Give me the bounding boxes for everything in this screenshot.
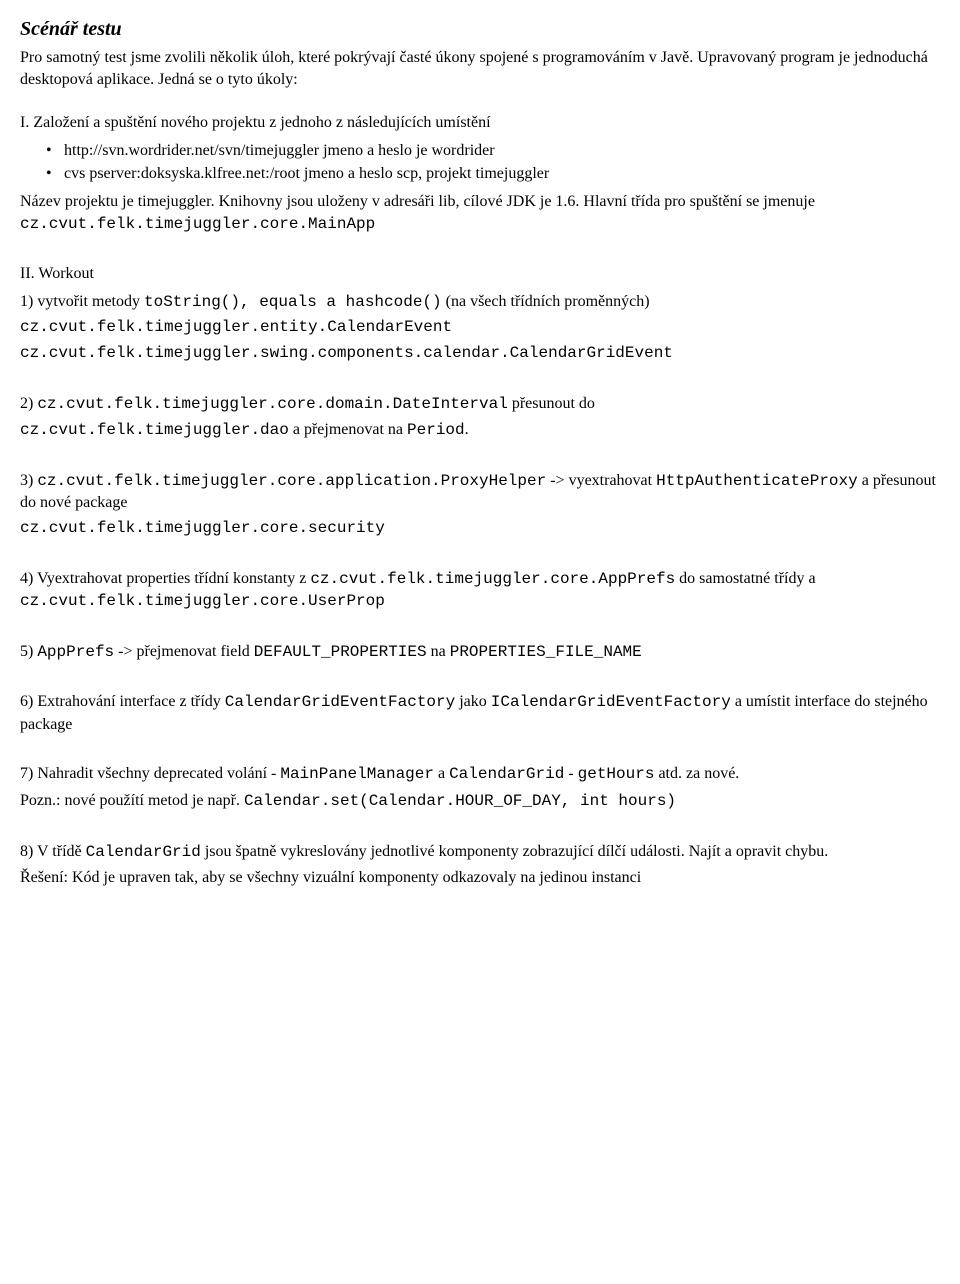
code-span: HttpAuthenticateProxy bbox=[656, 472, 858, 490]
workout-item-6: 6) Extrahování interface z třídy Calenda… bbox=[20, 691, 940, 735]
code-span: cz.cvut.felk.timejuggler.core.UserProp bbox=[20, 592, 385, 610]
code-span: cz.cvut.felk.timejuggler.core.domain.Dat… bbox=[37, 395, 507, 413]
text: do samostatné třídy a bbox=[675, 570, 815, 587]
text: 7) Nahradit všechny deprecated volání - bbox=[20, 765, 280, 782]
workout-item-2: 2) cz.cvut.felk.timejuggler.core.domain.… bbox=[20, 393, 940, 442]
workout-item-8: 8) V třídě CalendarGrid jsou špatně vykr… bbox=[20, 841, 940, 889]
code-span: cz.cvut.felk.timejuggler.core.applicatio… bbox=[37, 472, 546, 490]
text: 5) bbox=[20, 643, 37, 660]
text: -> vyextrahovat bbox=[546, 472, 656, 489]
code-span: CalendarGridEventFactory bbox=[225, 693, 455, 711]
text: 1) vytvořit metody bbox=[20, 293, 144, 310]
code-span: AppPrefs bbox=[37, 643, 114, 661]
code-span: Calendar.set(Calendar.HOUR_OF_DAY, int h… bbox=[244, 792, 676, 810]
text: 6) Extrahování interface z třídy bbox=[20, 693, 225, 710]
workout-item-1-line2: cz.cvut.felk.timejuggler.entity.Calendar… bbox=[20, 317, 940, 339]
code-span: cz.cvut.felk.timejuggler.core.AppPrefs bbox=[310, 570, 675, 588]
text: a bbox=[434, 765, 449, 782]
code-span: CalendarGrid bbox=[449, 765, 564, 783]
workout-item-3: 3) cz.cvut.felk.timejuggler.core.applica… bbox=[20, 470, 940, 540]
workout-item-7: 7) Nahradit všechny deprecated volání - … bbox=[20, 763, 940, 812]
workout-item-1: 1) vytvořit metody toString(), equals a … bbox=[20, 291, 940, 314]
code-span: cz.cvut.felk.timejuggler.core.MainApp bbox=[20, 215, 375, 233]
intro-paragraph: Pro samotný test jsme zvolili několik úl… bbox=[20, 47, 940, 90]
bullet-item: cvs pserver:doksyska.klfree.net:/root jm… bbox=[46, 163, 940, 185]
code-span: CalendarGrid bbox=[86, 843, 201, 861]
text: přesunout do bbox=[508, 395, 595, 412]
text: (na všech třídních proměnných) bbox=[442, 293, 650, 310]
code-span: cz.cvut.felk.timejuggler.dao bbox=[20, 421, 289, 439]
code-span: toString(), equals a hashcode() bbox=[144, 293, 442, 311]
code-span: DEFAULT_PROPERTIES bbox=[254, 643, 427, 661]
text: na bbox=[427, 643, 450, 660]
code-span: ICalendarGridEventFactory bbox=[491, 693, 731, 711]
text: 4) Vyextrahovat properties třídní konsta… bbox=[20, 570, 310, 587]
text: Název projektu je timejuggler. Knihovny … bbox=[20, 193, 815, 210]
text: Pozn.: nové použítí metod je např. bbox=[20, 792, 244, 809]
text: 3) bbox=[20, 472, 37, 489]
code-line: cz.cvut.felk.timejuggler.core.security bbox=[20, 518, 940, 540]
text: 8) V třídě bbox=[20, 843, 86, 860]
section-2-heading: II. Workout bbox=[20, 263, 940, 285]
code-span: MainPanelManager bbox=[280, 765, 434, 783]
text: jako bbox=[455, 693, 491, 710]
workout-item-8-solution: Řešení: Kód je upraven tak, aby se všech… bbox=[20, 867, 940, 889]
workout-item-4: 4) Vyextrahovat properties třídní konsta… bbox=[20, 568, 940, 613]
text: -> přejmenovat field bbox=[114, 643, 254, 660]
workout-item-5: 5) AppPrefs -> přejmenovat field DEFAULT… bbox=[20, 641, 940, 664]
section-1-after: Název projektu je timejuggler. Knihovny … bbox=[20, 191, 940, 235]
text: a přejmenovat na bbox=[289, 421, 407, 438]
text: - bbox=[564, 765, 577, 782]
code-span: getHours bbox=[578, 765, 655, 783]
code-span: Period bbox=[407, 421, 465, 439]
page-title: Scénář testu bbox=[20, 16, 940, 43]
text: atd. za nové. bbox=[654, 765, 739, 782]
section-1-bullets: http://svn.wordrider.net/svn/timejuggler… bbox=[46, 140, 940, 185]
workout-item-1-line3: cz.cvut.felk.timejuggler.swing.component… bbox=[20, 343, 940, 365]
text: jsou špatně vykreslovány jednotlivé komp… bbox=[201, 843, 828, 860]
code-span: PROPERTIES_FILE_NAME bbox=[450, 643, 642, 661]
text: 2) bbox=[20, 395, 37, 412]
text: . bbox=[465, 421, 469, 438]
bullet-item: http://svn.wordrider.net/svn/timejuggler… bbox=[46, 140, 940, 162]
section-2: II. Workout 1) vytvořit metody toString(… bbox=[20, 263, 940, 889]
section-1-heading: I. Založení a spuštění nového projektu z… bbox=[20, 112, 940, 134]
